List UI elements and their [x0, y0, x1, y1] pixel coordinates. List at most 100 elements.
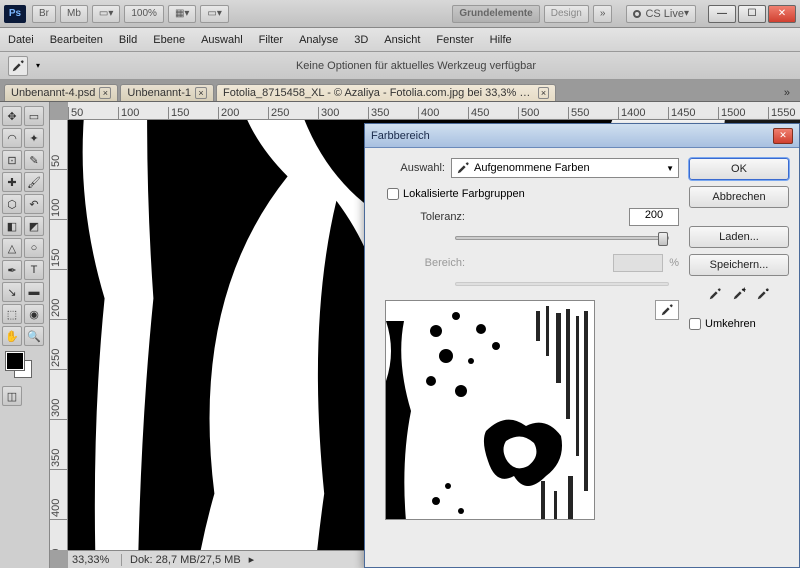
titlebar: Ps Br Mb ▭▾ 100% ▦▾ ▭▾ Grundelemente Des… — [0, 0, 800, 28]
eyedropper-icon — [456, 161, 470, 175]
menubar: Datei Bearbeiten Bild Ebene Auswahl Filt… — [0, 28, 800, 52]
tool-path[interactable]: ↘ — [2, 282, 22, 302]
auswahl-dropdown[interactable]: Aufgenommene Farben ▼ — [451, 158, 679, 178]
save-button[interactable]: Speichern... — [689, 254, 789, 276]
menu-fenster[interactable]: Fenster — [436, 34, 473, 46]
tool-quickmask[interactable]: ◫ — [2, 386, 22, 406]
dialog-titlebar[interactable]: Farbbereich ✕ — [365, 124, 799, 148]
chevron-down-icon: ▼ — [666, 164, 674, 173]
tool-marquee[interactable]: ▭ — [24, 106, 44, 126]
app-badge-minibridge[interactable]: Mb — [60, 5, 88, 23]
arrange-button[interactable]: ▦▾ — [168, 5, 196, 23]
menu-filter[interactable]: Filter — [259, 34, 283, 46]
localized-checkbox[interactable] — [387, 188, 399, 200]
eyedropper-add[interactable]: + — [730, 286, 748, 302]
menu-hilfe[interactable]: Hilfe — [490, 34, 512, 46]
tool-eraser[interactable]: ◧ — [2, 216, 22, 236]
tool-dodge[interactable]: ○ — [24, 238, 44, 258]
slider-thumb[interactable] — [658, 232, 668, 246]
tool-type[interactable]: T — [24, 260, 44, 280]
color-range-dialog: Farbbereich ✕ Auswahl: Aufgenommene Farb… — [364, 123, 800, 568]
selection-preview[interactable] — [385, 300, 595, 520]
bereich-unit: % — [669, 257, 679, 269]
tool-hand[interactable]: ✋ — [2, 326, 22, 346]
tool-stamp[interactable]: ⬡ — [2, 194, 22, 214]
view-mode-button[interactable]: ▭▾ — [92, 5, 120, 23]
tab-close-icon[interactable]: × — [99, 87, 111, 99]
toolbox: ✥▭ ◠✦ ⊡✎ ✚🖌 ⬡↶ ◧◩ △○ ✒T ↘▬ ⬚◉ ✋🔍 ◫ — [0, 102, 50, 568]
tool-3dcam[interactable]: ◉ — [24, 304, 44, 324]
bereich-slider — [455, 282, 669, 286]
tool-3d[interactable]: ⬚ — [2, 304, 22, 324]
maximize-button[interactable]: ☐ — [738, 5, 766, 23]
tab-close-icon[interactable]: × — [538, 87, 549, 99]
close-button[interactable]: ✕ — [768, 5, 796, 23]
bereich-label: Bereich: — [395, 257, 465, 269]
tabs-overflow[interactable]: » — [774, 85, 800, 101]
svg-text:+: + — [742, 287, 746, 296]
document-tab[interactable]: Unbenannt-1× — [120, 84, 214, 101]
foreground-color-swatch[interactable] — [6, 352, 24, 370]
tool-heal[interactable]: ✚ — [2, 172, 22, 192]
zoom-display[interactable]: 33,33% — [72, 554, 122, 566]
tool-brush[interactable]: 🖌 — [24, 172, 44, 192]
tool-blur[interactable]: △ — [2, 238, 22, 258]
menu-auswahl[interactable]: Auswahl — [201, 34, 243, 46]
menu-bild[interactable]: Bild — [119, 34, 137, 46]
svg-text:-: - — [766, 287, 769, 296]
toleranz-input[interactable]: 200 — [629, 208, 679, 226]
options-message: Keine Optionen für aktuelles Werkzeug ve… — [40, 60, 792, 72]
load-button[interactable]: Laden... — [689, 226, 789, 248]
ruler-horizontal[interactable]: 5010015020025030035040045050055014001450… — [68, 102, 800, 120]
localized-label: Lokalisierte Farbgruppen — [403, 188, 525, 200]
screen-mode-button[interactable]: ▭▾ — [200, 5, 228, 23]
tool-history[interactable]: ↶ — [24, 194, 44, 214]
bereich-input — [613, 254, 663, 272]
app-badge-bridge[interactable]: Br — [32, 5, 56, 23]
workspace-more[interactable]: » — [593, 5, 613, 23]
document-tabbar: Unbenannt-4.psd× Unbenannt-1× Fotolia_87… — [0, 80, 800, 102]
sample-eyedropper-button[interactable] — [655, 300, 679, 320]
options-bar: ▾ Keine Optionen für aktuelles Werkzeug … — [0, 52, 800, 80]
color-swatches[interactable] — [2, 352, 47, 382]
tool-lasso[interactable]: ◠ — [2, 128, 22, 148]
tool-eyedropper[interactable]: ✎ — [24, 150, 44, 170]
zoom-level[interactable]: 100% — [124, 5, 164, 23]
toleranz-label: Toleranz: — [395, 211, 465, 223]
toleranz-slider[interactable] — [455, 236, 669, 240]
document-tab[interactable]: Unbenannt-4.psd× — [4, 84, 118, 101]
eyedropper-icon — [11, 59, 25, 73]
tool-gradient[interactable]: ◩ — [24, 216, 44, 236]
document-tab[interactable]: Fotolia_8715458_XL - © Azaliya - Fotolia… — [216, 84, 556, 101]
tool-move[interactable]: ✥ — [2, 106, 22, 126]
dialog-close-button[interactable]: ✕ — [773, 128, 793, 144]
cancel-button[interactable]: Abbrechen — [689, 186, 789, 208]
dialog-title: Farbbereich — [371, 130, 430, 142]
app-badge-photoshop: Ps — [4, 5, 26, 23]
workspace-grundelemente[interactable]: Grundelemente — [452, 5, 539, 23]
status-menu-icon[interactable]: ▸ — [249, 553, 255, 566]
eyedropper-subtract[interactable]: - — [754, 286, 772, 302]
tool-pen[interactable]: ✒ — [2, 260, 22, 280]
menu-datei[interactable]: Datei — [8, 34, 34, 46]
cslive-button[interactable]: CS Live ▾ — [626, 5, 696, 23]
workspace-design[interactable]: Design — [544, 5, 589, 23]
current-tool-icon[interactable] — [8, 56, 28, 76]
minimize-button[interactable]: — — [708, 5, 736, 23]
menu-3d[interactable]: 3D — [354, 34, 368, 46]
tool-shape[interactable]: ▬ — [24, 282, 44, 302]
menu-ansicht[interactable]: Ansicht — [384, 34, 420, 46]
eyedropper-icon — [660, 303, 674, 317]
invert-checkbox[interactable] — [689, 318, 701, 330]
tool-wand[interactable]: ✦ — [24, 128, 44, 148]
ruler-vertical[interactable]: 50100150200250300350400450 — [50, 120, 68, 550]
tool-zoom[interactable]: 🔍 — [24, 326, 44, 346]
menu-analyse[interactable]: Analyse — [299, 34, 338, 46]
ok-button[interactable]: OK — [689, 158, 789, 180]
tab-close-icon[interactable]: × — [195, 87, 207, 99]
invert-label: Umkehren — [705, 318, 756, 330]
eyedropper-sample[interactable] — [706, 286, 724, 302]
menu-bearbeiten[interactable]: Bearbeiten — [50, 34, 103, 46]
menu-ebene[interactable]: Ebene — [153, 34, 185, 46]
tool-crop[interactable]: ⊡ — [2, 150, 22, 170]
